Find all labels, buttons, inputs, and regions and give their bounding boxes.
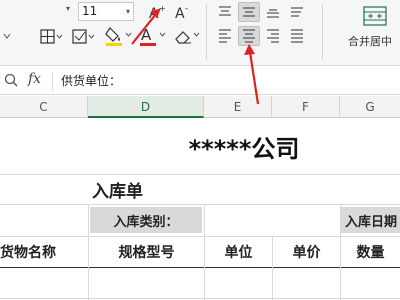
column-header-c[interactable]: C	[0, 96, 88, 118]
ribbon-separator	[206, 4, 207, 60]
align-center-icon[interactable]	[238, 26, 260, 46]
eraser-icon[interactable]	[172, 24, 202, 48]
decrease-font-icon[interactable]: A-	[172, 2, 194, 22]
formula-input[interactable]: 供货单位：	[52, 71, 400, 91]
font-size-value: 11	[82, 4, 98, 18]
column-headers: C D E F G	[0, 96, 400, 118]
wrap-text-icon[interactable]	[286, 2, 308, 22]
align-right-icon[interactable]	[262, 26, 284, 46]
merge-center-label[interactable]: 合并居中	[348, 33, 392, 49]
align-left-icon[interactable]	[214, 26, 236, 46]
svg-text:A: A	[175, 6, 185, 21]
header-unit-cell[interactable]: 单位	[205, 237, 272, 267]
category-label-cell[interactable]: 入库类别：	[90, 207, 202, 233]
ribbon-separator	[322, 4, 323, 60]
ribbon-toolbar: ▾ 11 ▾ A + A- A 合并居中	[0, 0, 400, 66]
date-label-cell[interactable]: 入库日期	[341, 207, 400, 233]
align-bottom-icon[interactable]	[262, 2, 284, 22]
svg-text:A: A	[149, 6, 159, 21]
company-title-cell[interactable]: *****公司	[88, 119, 400, 174]
font-color-icon[interactable]: A	[138, 24, 168, 48]
font-size-select[interactable]: 11 ▾	[78, 2, 134, 21]
increase-font-icon[interactable]: A +	[146, 2, 168, 22]
chevron-down-icon: ▾	[125, 7, 130, 16]
align-middle-icon[interactable]	[238, 2, 260, 22]
svg-text:A: A	[141, 26, 152, 44]
borders-icon[interactable]	[38, 26, 64, 48]
header-name-cell[interactable]: 货物名称	[0, 237, 88, 267]
distributed-icon[interactable]	[286, 26, 308, 46]
fx-icon[interactable]: fx	[28, 71, 41, 87]
column-header-f[interactable]: F	[272, 96, 340, 118]
formula-bar: fx 供货单位：	[0, 67, 400, 95]
font-name-dropdown-arrow[interactable]: ▾	[66, 4, 70, 13]
svg-text:+: +	[159, 4, 166, 13]
cell-format-icon[interactable]	[70, 26, 96, 48]
column-header-d[interactable]: D	[88, 96, 204, 118]
merge-center-icon[interactable]	[362, 4, 388, 28]
sheet-grid[interactable]: *****公司 入库单 入库类别： 入库日期 货物名称 规格型号 单位 单价 数…	[0, 119, 400, 300]
receipt-title-cell[interactable]: 入库单	[88, 175, 204, 204]
align-top-icon[interactable]	[214, 2, 236, 22]
underline-dropdown-icon[interactable]	[0, 28, 14, 46]
column-header-e[interactable]: E	[204, 96, 272, 118]
fill-color-icon[interactable]	[104, 24, 134, 48]
header-spec-cell[interactable]: 规格型号	[89, 237, 204, 267]
column-header-g[interactable]: G	[340, 96, 400, 118]
zoom-icon[interactable]	[4, 73, 18, 91]
header-qty-cell[interactable]: 数量	[341, 237, 400, 267]
svg-text:-: -	[185, 4, 188, 14]
header-price-cell[interactable]: 单价	[273, 237, 340, 267]
